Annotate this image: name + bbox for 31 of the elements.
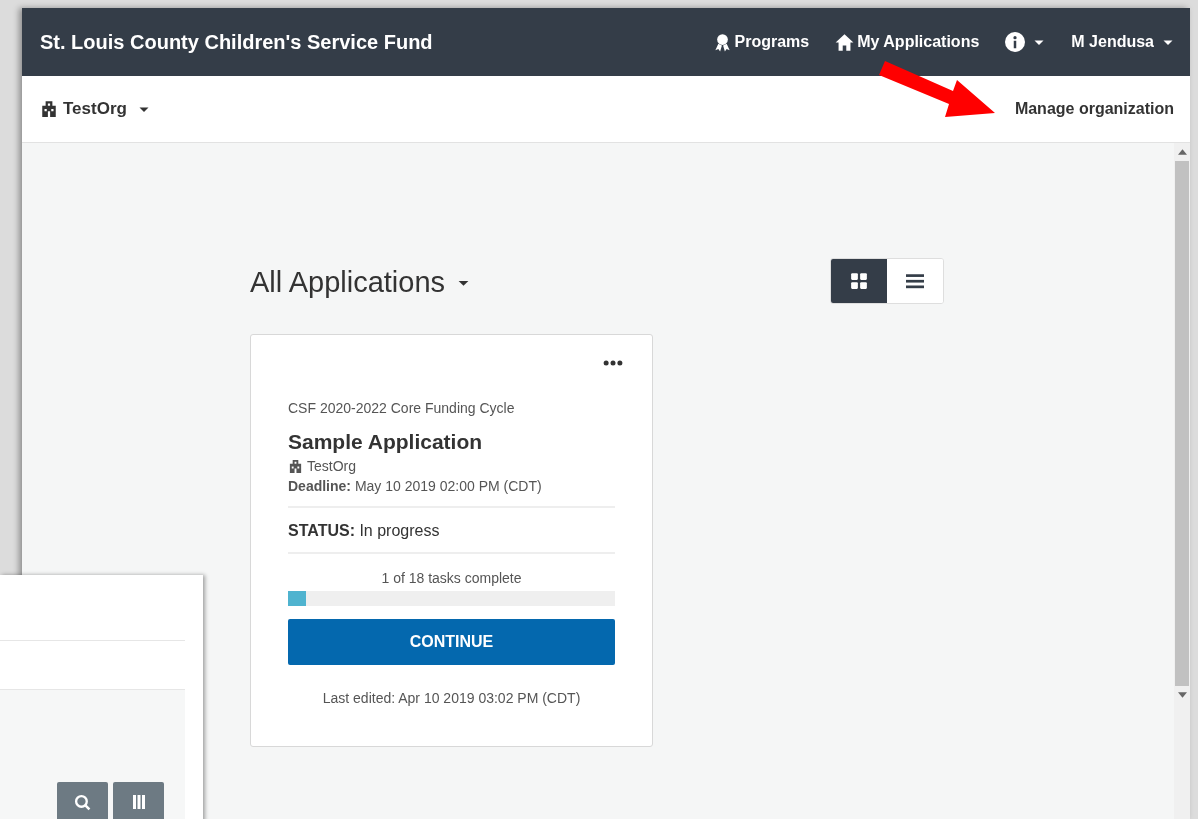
columns-icon — [130, 794, 147, 810]
info-menu[interactable] — [1005, 32, 1046, 52]
grid-view-button[interactable] — [831, 259, 887, 303]
user-menu[interactable]: M Jendusa — [1071, 33, 1174, 51]
search-icon — [74, 793, 91, 811]
scroll-down-icon[interactable] — [1177, 692, 1187, 698]
deadline-text: Deadline: May 10 2019 02:00 PM (CDT) — [288, 478, 615, 508]
scrollbar-thumb[interactable] — [1175, 161, 1189, 686]
grid-icon — [850, 272, 868, 290]
home-icon — [835, 32, 855, 52]
continue-button[interactable]: CONTINUE — [288, 619, 615, 665]
organization-dropdown[interactable]: TestOrg — [40, 99, 150, 119]
nav-link[interactable]: Programs — [712, 32, 810, 52]
progress-text: 1 of 18 tasks complete — [380, 570, 523, 586]
scroll-up-icon[interactable] — [1177, 149, 1187, 155]
manage-organization-link[interactable]: Manage organization — [1014, 100, 1174, 118]
building-icon — [288, 458, 303, 474]
scrollbar[interactable] — [1174, 143, 1190, 819]
search-button[interactable] — [57, 782, 108, 819]
columns-button[interactable] — [113, 782, 164, 819]
nav-link[interactable]: My Applications — [835, 32, 980, 52]
info-icon — [1005, 32, 1026, 52]
organization-name: TestOrg — [307, 458, 356, 474]
status-text: STATUS: In progress — [288, 508, 615, 554]
site-title[interactable]: St. Louis County Children's Service Fund — [40, 30, 433, 54]
last-edited-text: Last edited: Apr 10 2019 03:02 PM (CDT) — [321, 690, 582, 706]
applications-filter-dropdown[interactable]: All Applications — [250, 265, 471, 299]
application-title: Sample Application — [288, 430, 484, 454]
list-icon — [906, 272, 924, 290]
program-name: CSF 2020-2022 Core Funding Cycle — [288, 400, 516, 416]
building-icon — [40, 100, 58, 118]
